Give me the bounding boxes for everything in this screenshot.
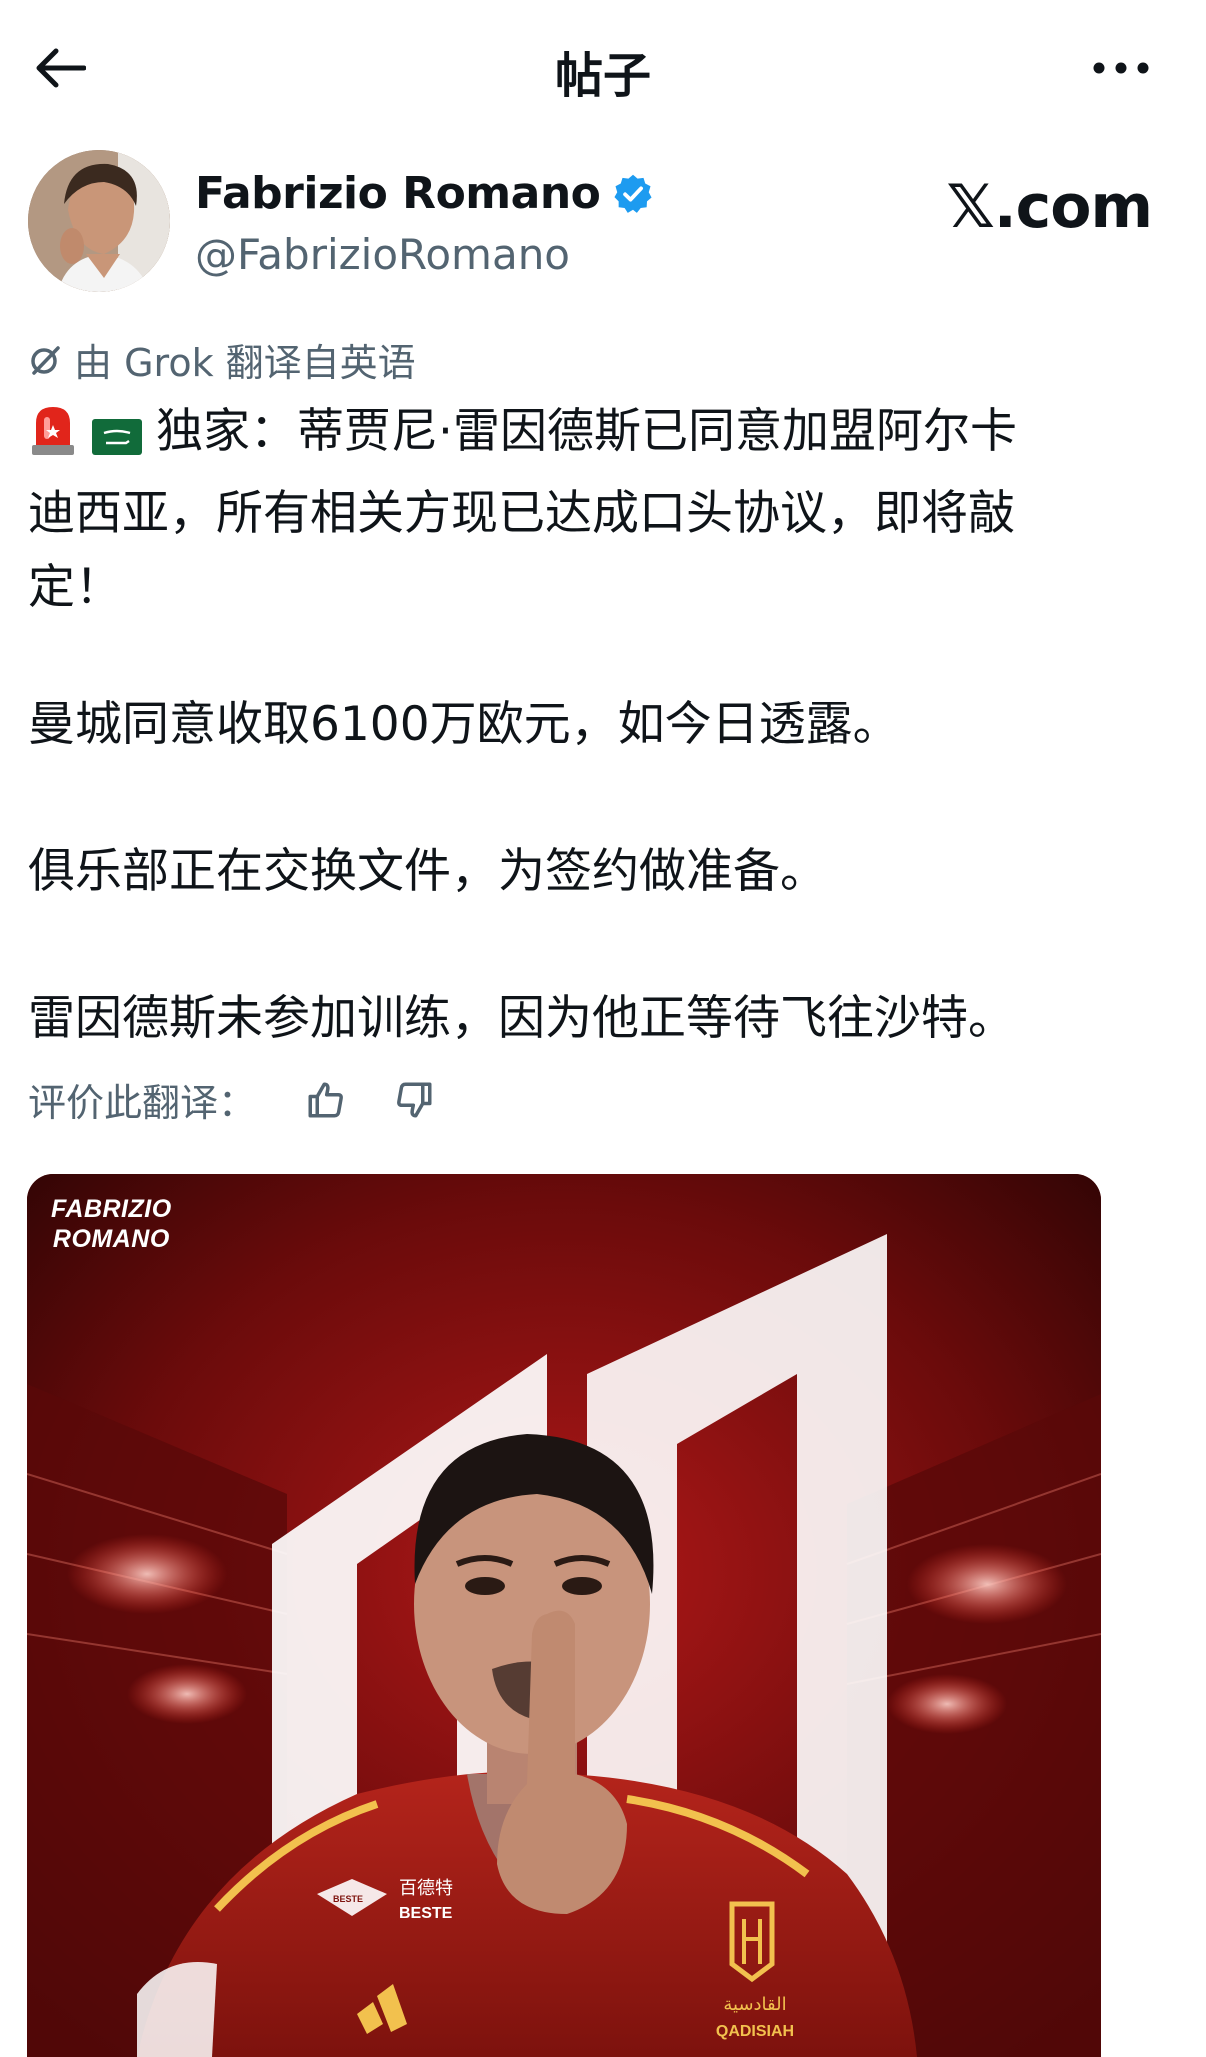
club-name-arabic: القادسية: [723, 1994, 786, 2015]
post-image[interactable]: 百德特 BESTE BESTE القادسية QADISIAH FABRIZ…: [27, 1174, 1101, 2057]
saudi-flag-emoji-icon: [92, 403, 142, 477]
rate-translation-label: 评价此翻译：: [28, 1081, 257, 1125]
top-bar: 帖子: [0, 0, 1206, 130]
grok-icon: [31, 345, 60, 375]
sponsor-cn: 百德特: [399, 1878, 453, 1899]
brand-logo: 𝕏.com: [946, 172, 1153, 242]
rate-translation: 评价此翻译：: [28, 1072, 438, 1127]
post-line-2: 迪西亚，所有相关方现已达成口头协议，即将敲: [28, 486, 1015, 541]
thumbs-down-icon: [397, 1082, 432, 1117]
more-options-button[interactable]: [1086, 48, 1156, 88]
translation-notice-text: 由 Grok 翻译自英语: [74, 341, 416, 385]
author-handle[interactable]: @FabrizioRomano: [195, 230, 570, 279]
sponsor-badge: BESTE: [333, 1894, 363, 1904]
post-line-1: 独家：蒂贾尼·雷因德斯已同意加盟阿尔卡: [156, 404, 1017, 459]
verified-badge-icon: [614, 174, 652, 213]
page-title: 帖子: [554, 48, 651, 104]
avatar[interactable]: [28, 150, 170, 292]
sponsor-en: BESTE: [399, 1905, 453, 1922]
thumbs-up-icon: [308, 1082, 343, 1117]
post-paragraph-4: 雷因德斯未参加训练，因为他正等待飞往沙特。: [28, 991, 1015, 1046]
author-name[interactable]: Fabrizio Romano: [195, 168, 601, 219]
post-line-3: 定！: [28, 560, 122, 615]
more-dots-icon: [1093, 62, 1149, 74]
thumbs-down-button[interactable]: [390, 1076, 438, 1124]
watermark: FABRIZIO ROMANO: [51, 1195, 172, 1253]
siren-emoji-icon: [28, 401, 78, 477]
player-announcement-graphic: 百德特 BESTE BESTE القادسية QADISIAH: [27, 1174, 1101, 2057]
translation-notice[interactable]: 由 Grok 翻译自英语: [28, 332, 416, 387]
thumbs-up-button[interactable]: [302, 1076, 350, 1124]
club-name-latin: QADISIAH: [716, 2023, 794, 2040]
post-author: Fabrizio Romano @FabrizioRomano 𝕏.com: [28, 150, 1178, 300]
post-paragraph-3: 俱乐部正在交换文件，为签约做准备。: [28, 844, 827, 899]
post-paragraph-2: 曼城同意收取6100万欧元，如今日透露。: [28, 697, 900, 752]
post-text: 独家：蒂贾尼·雷因德斯已同意加盟阿尔卡 迪西亚，所有相关方现已达成口头协议，即将…: [28, 395, 1168, 625]
